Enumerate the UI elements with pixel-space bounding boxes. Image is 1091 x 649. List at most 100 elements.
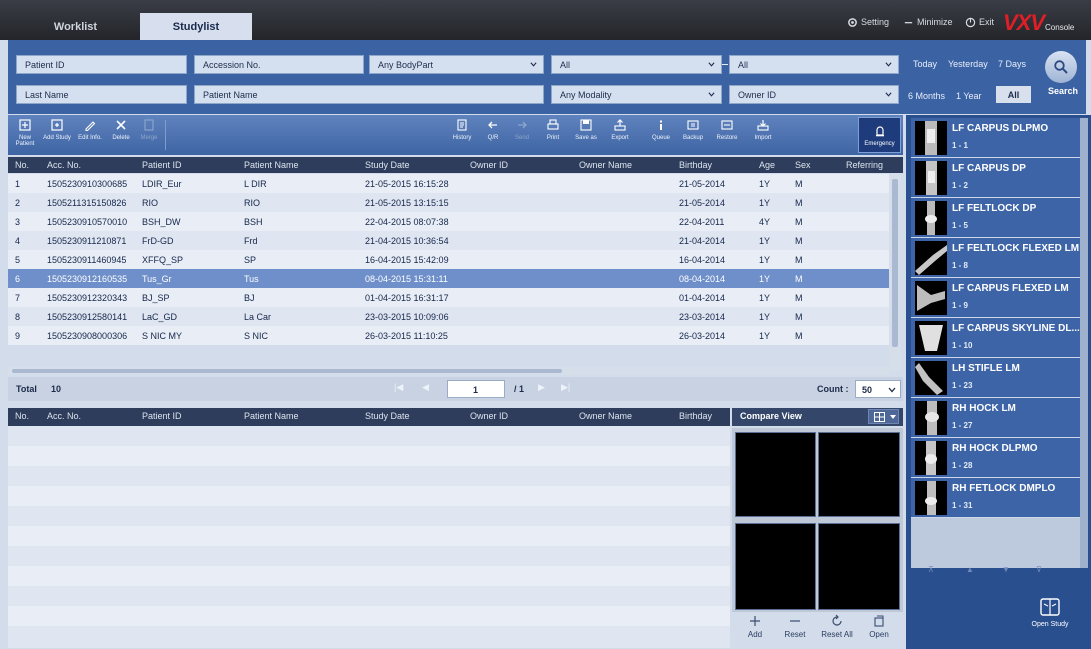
compare-add-button[interactable]: Add bbox=[734, 614, 776, 639]
next-page-button[interactable]: ▶ bbox=[538, 382, 545, 393]
col-owner-name[interactable]: Owner Name bbox=[579, 411, 632, 421]
table-row[interactable]: 3 1505230910570010 BSH_DW BSH 22-04-2015 08:… bbox=[8, 212, 889, 231]
col-owner-name[interactable]: Owner Name bbox=[579, 160, 632, 170]
accession-field[interactable]: Accession No. bbox=[194, 55, 364, 74]
tab-worklist[interactable]: Worklist bbox=[15, 13, 136, 40]
compare-cell[interactable] bbox=[818, 523, 900, 610]
series-item[interactable]: RH FETLOCK DMPLO 1 - 31 bbox=[911, 478, 1081, 518]
emergency-button[interactable]: Emergency bbox=[858, 117, 901, 153]
prev-page-button[interactable]: ◀ bbox=[422, 382, 429, 393]
col-acc-no[interactable]: Acc. No. bbox=[47, 411, 81, 421]
col-patient-name[interactable]: Patient Name bbox=[244, 160, 299, 170]
col-owner-id[interactable]: Owner ID bbox=[470, 160, 508, 170]
quick-6months[interactable]: 6 Months bbox=[908, 91, 945, 101]
col-patient-id[interactable]: Patient ID bbox=[142, 411, 182, 421]
add-study-button[interactable]: Add Study bbox=[42, 118, 72, 154]
compare-open-button[interactable]: Open bbox=[858, 614, 900, 639]
search-button[interactable] bbox=[1045, 51, 1077, 83]
col-birthday[interactable]: Birthday bbox=[679, 411, 712, 421]
merge-button[interactable]: Merge bbox=[136, 118, 162, 154]
delete-button[interactable]: Delete bbox=[108, 118, 134, 154]
series-item[interactable]: RH HOCK LM 1 - 27 bbox=[911, 398, 1081, 438]
table-row-selected[interactable]: 6 1505230912160535 Tus_Gr Tus 08-04-2015 15:… bbox=[8, 269, 889, 288]
last-page-button[interactable]: ▶| bbox=[561, 382, 570, 393]
compare-reset-button[interactable]: Reset bbox=[774, 614, 816, 639]
scroll-thumb[interactable] bbox=[892, 179, 898, 347]
count-select[interactable]: 50 bbox=[855, 380, 901, 398]
compare-cell[interactable] bbox=[735, 523, 816, 610]
series-item[interactable]: LF CARPUS DLPMO 1 - 1 bbox=[911, 118, 1081, 158]
nav-up-icon[interactable]: ▲ bbox=[966, 565, 974, 574]
col-no[interactable]: No. bbox=[15, 411, 29, 421]
patient-id-field[interactable]: Patient ID bbox=[16, 55, 187, 74]
queue-button[interactable]: Queue bbox=[648, 118, 674, 154]
table-row[interactable]: 4 1505230911210871 FrD-GD Frd 21-04-2015 10:… bbox=[8, 231, 889, 250]
table-row[interactable]: 2 1505211315150826 RIO RIO 21-05-2015 13:15:… bbox=[8, 193, 889, 212]
history-button[interactable]: History bbox=[448, 118, 476, 154]
table-row[interactable]: 1 1505230910300685 LDIR_Eur L DIR 21-05-2015… bbox=[8, 174, 889, 193]
patient-name-field[interactable]: Patient Name bbox=[194, 85, 544, 104]
quick-all-button[interactable]: All bbox=[996, 86, 1031, 103]
col-patient-name[interactable]: Patient Name bbox=[244, 411, 299, 421]
nav-last-icon[interactable]: ⊽ bbox=[1036, 565, 1042, 574]
series-item[interactable]: LF CARPUS DP 1 - 2 bbox=[911, 158, 1081, 198]
setting-button[interactable]: Setting bbox=[847, 14, 889, 30]
compare-reset-all-button[interactable]: Reset All bbox=[816, 614, 858, 639]
page-input[interactable]: 1 bbox=[447, 380, 505, 398]
col-acc-no[interactable]: Acc. No. bbox=[47, 160, 81, 170]
nav-first-icon[interactable]: ⊼ bbox=[928, 565, 934, 574]
table-row[interactable]: 8 1505230912580141 LaC_GD La Car 23-03-2015 … bbox=[8, 307, 889, 326]
layout-selector[interactable] bbox=[868, 409, 899, 424]
qr-button[interactable]: Q/R bbox=[481, 118, 505, 154]
minimize-button[interactable]: Minimize bbox=[903, 14, 953, 30]
compare-cell[interactable] bbox=[818, 432, 900, 517]
study-table-vscrollbar[interactable] bbox=[889, 174, 901, 370]
quick-today[interactable]: Today bbox=[913, 59, 937, 69]
edit-info-button[interactable]: Edit Info. bbox=[75, 118, 105, 154]
col-birthday[interactable]: Birthday bbox=[679, 160, 712, 170]
restore-button[interactable]: Restore bbox=[711, 118, 743, 154]
import-button[interactable]: Import bbox=[748, 118, 778, 154]
col-patient-id[interactable]: Patient ID bbox=[142, 160, 182, 170]
col-referring[interactable]: Referring bbox=[846, 160, 883, 170]
series-item[interactable]: LF FELTLOCK DP 1 - 5 bbox=[911, 198, 1081, 238]
print-button[interactable]: Print bbox=[541, 118, 565, 154]
col-sex[interactable]: Sex bbox=[795, 160, 811, 170]
table-row[interactable]: 9 1505230908000306 S NIC MY S NIC 26-03-2015… bbox=[8, 326, 889, 345]
series-item[interactable]: LF CARPUS FLEXED LM 1 - 9 bbox=[911, 278, 1081, 318]
quick-1year[interactable]: 1 Year bbox=[956, 91, 982, 101]
bodypart-select[interactable]: Any BodyPart bbox=[369, 55, 544, 74]
tab-studylist[interactable]: Studylist bbox=[140, 13, 252, 40]
series-scrollbar[interactable] bbox=[1080, 118, 1088, 568]
series-item[interactable]: RH HOCK DLPMO 1 - 28 bbox=[911, 438, 1081, 478]
study-table-hscrollbar[interactable] bbox=[8, 367, 889, 375]
col-no[interactable]: No. bbox=[15, 160, 29, 170]
open-study-button[interactable]: Open Study bbox=[1020, 596, 1080, 640]
new-patient-button[interactable]: New Patient bbox=[10, 118, 40, 154]
scroll-thumb[interactable] bbox=[12, 369, 562, 373]
col-study-date[interactable]: Study Date bbox=[365, 160, 410, 170]
quick-yesterday[interactable]: Yesterday bbox=[948, 59, 988, 69]
send-button[interactable]: Send bbox=[510, 118, 534, 154]
first-page-button[interactable]: |◀ bbox=[394, 382, 403, 393]
series-item[interactable]: LF FELTLOCK FLEXED LM 1 - 8 bbox=[911, 238, 1081, 278]
modality-select[interactable]: Any Modality bbox=[551, 85, 722, 104]
series-item[interactable]: LH STIFLE LM 1 - 23 bbox=[911, 358, 1081, 398]
export-button[interactable]: Export bbox=[606, 118, 634, 154]
col-age[interactable]: Age bbox=[759, 160, 775, 170]
owner-id-select[interactable]: Owner ID bbox=[729, 85, 899, 104]
save-as-button[interactable]: Save as bbox=[571, 118, 601, 154]
table-row[interactable]: 7 1505230912320343 BJ_SP BJ 01-04-2015 16:31… bbox=[8, 288, 889, 307]
quick-7days[interactable]: 7 Days bbox=[998, 59, 1026, 69]
date-range-select-2[interactable]: All bbox=[729, 55, 899, 74]
col-study-date[interactable]: Study Date bbox=[365, 411, 410, 421]
series-item[interactable]: LF CARPUS SKYLINE DL... 1 - 10 bbox=[911, 318, 1081, 358]
nav-down-icon[interactable]: ▼ bbox=[1002, 565, 1010, 574]
backup-button[interactable]: Backup bbox=[678, 118, 708, 154]
compare-cell[interactable] bbox=[735, 432, 816, 517]
table-row[interactable]: 5 1505230911460945 XFFQ_SP SP 16-04-2015 15:… bbox=[8, 250, 889, 269]
col-owner-id[interactable]: Owner ID bbox=[470, 411, 508, 421]
last-name-field[interactable]: Last Name bbox=[16, 85, 187, 104]
exit-button[interactable]: Exit bbox=[965, 14, 994, 30]
date-range-select-1[interactable]: All bbox=[551, 55, 722, 74]
